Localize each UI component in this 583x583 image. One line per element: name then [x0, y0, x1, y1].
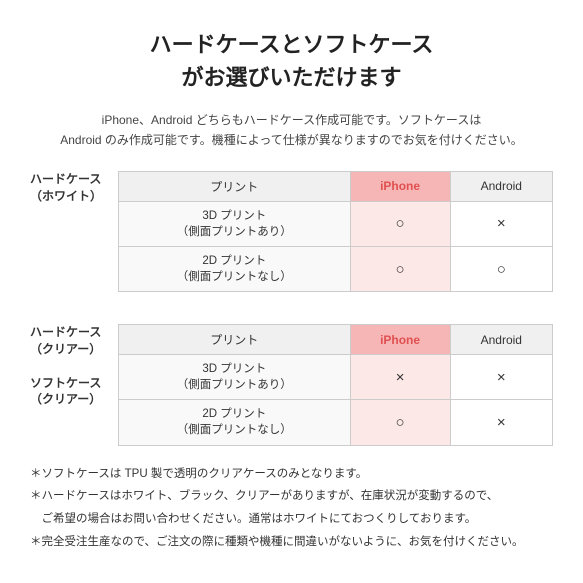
table1: プリント iPhone Android 3D プリント（側面プリントあり） ○ …: [118, 171, 553, 292]
table-row: 2D プリント（側面プリントなし） ○ ○: [119, 246, 553, 291]
table2-row1-android: ×: [450, 355, 552, 400]
table1-section: ハードケース（ホワイト） プリント iPhone Android 3D プリント…: [30, 171, 553, 292]
table2-col-iphone: iPhone: [350, 325, 450, 355]
table1-row1-iphone: ○: [350, 201, 450, 246]
table2-section: ハードケース（クリアー）ソフトケース（クリアー） プリント iPhone And…: [30, 324, 553, 445]
table1-row2-android: ○: [450, 246, 552, 291]
note-1: ＊ソフトケースは TPU 製で透明のクリアケースのみとなります。: [30, 464, 553, 485]
table1-row1-android: ×: [450, 201, 552, 246]
table2-row1-iphone: ×: [350, 355, 450, 400]
table1-wrapper: ハードケース（ホワイト） プリント iPhone Android 3D プリント…: [30, 171, 553, 292]
table1-row2-print: 2D プリント（側面プリントなし）: [119, 246, 351, 291]
table1-col-print: プリント: [119, 171, 351, 201]
table2-wrapper: ハードケース（クリアー）ソフトケース（クリアー） プリント iPhone And…: [30, 324, 553, 445]
table2-col-android: Android: [450, 325, 552, 355]
table2-row2-android: ×: [450, 400, 552, 445]
main-title: ハードケースとソフトケース がお選びいただけます: [30, 28, 553, 94]
table1-row2-iphone: ○: [350, 246, 450, 291]
table1-row-header: ハードケース（ホワイト）: [30, 171, 118, 205]
table1-col-android: Android: [450, 171, 552, 201]
table-row: 3D プリント（側面プリントあり） × ×: [119, 355, 553, 400]
subtitle: iPhone、Android どちらもハードケース作成可能です。ソフトケースは …: [30, 110, 553, 151]
table2-row2-iphone: ○: [350, 400, 450, 445]
table1-row1-print: 3D プリント（側面プリントあり）: [119, 201, 351, 246]
page-container: ハードケースとソフトケース がお選びいただけます iPhone、Android …: [0, 0, 583, 574]
table2: プリント iPhone Android 3D プリント（側面プリントあり） × …: [118, 324, 553, 445]
table-row: 2D プリント（側面プリントなし） ○ ×: [119, 400, 553, 445]
note-2: ＊ハードケースはホワイト、ブラック、クリアーがありますが、在庫状況が変動するので…: [30, 486, 553, 507]
table2-col-print: プリント: [119, 325, 351, 355]
table2-row1-print: 3D プリント（側面プリントあり）: [119, 355, 351, 400]
note-2-cont: ご希望の場合はお問い合わせください。通常はホワイトにておつくりしております。: [30, 509, 553, 530]
note-3: ＊完全受注生産なので、ご注文の際に種類や機種に間違いがないように、お気を付けくだ…: [30, 532, 553, 553]
table2-row-header: ハードケース（クリアー）ソフトケース（クリアー）: [30, 324, 118, 408]
table2-row2-print: 2D プリント（側面プリントなし）: [119, 400, 351, 445]
table-row: 3D プリント（側面プリントあり） ○ ×: [119, 201, 553, 246]
table1-col-iphone: iPhone: [350, 171, 450, 201]
notes-section: ＊ソフトケースは TPU 製で透明のクリアケースのみとなります。 ＊ハードケース…: [30, 464, 553, 553]
